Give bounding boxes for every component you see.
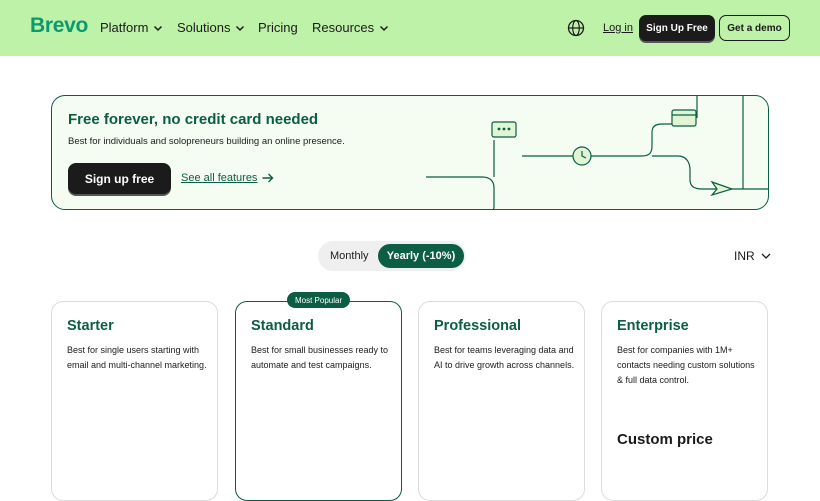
- plan-price: Custom price: [617, 431, 713, 448]
- plan-card-standard[interactable]: Most Popular Standard Best for small bus…: [235, 292, 402, 501]
- currency-selector[interactable]: INR: [734, 249, 771, 263]
- chevron-down-icon: [761, 253, 771, 259]
- plan-card-starter[interactable]: Starter Best for single users starting w…: [51, 301, 218, 501]
- plan-name: Enterprise: [617, 318, 689, 334]
- plan-description: Best for teams leveraging data and AI to…: [434, 345, 575, 370]
- monthly-option[interactable]: Monthly: [330, 250, 369, 262]
- promo-title: Free forever, no credit card needed: [68, 111, 319, 128]
- menu-platform-label: Platform: [100, 20, 149, 35]
- menu-solutions[interactable]: Solutions: [177, 20, 245, 35]
- menu-resources-label: Resources: [312, 20, 375, 35]
- plan-name: Professional: [434, 318, 522, 334]
- clock-icon: [572, 146, 592, 166]
- plan-description: Best for single users starting with emai…: [67, 345, 207, 370]
- promo-subtitle: Best for individuals and solopreneurs bu…: [68, 136, 345, 147]
- sign-up-free-button[interactable]: Sign up free: [68, 163, 171, 194]
- login-link[interactable]: Log in: [603, 22, 633, 34]
- plan-card-professional[interactable]: Professional Best for teams leveraging d…: [418, 301, 585, 501]
- chevron-down-icon: [236, 25, 245, 31]
- most-popular-badge: Most Popular: [287, 292, 351, 308]
- see-all-features-label: See all features: [181, 172, 258, 184]
- get-demo-button[interactable]: Get a demo: [719, 15, 790, 41]
- billing-period-toggle: Monthly Yearly (-10%): [318, 241, 466, 271]
- arrow-right-icon: [262, 173, 274, 183]
- plan-description: Best for small businesses ready to autom…: [251, 345, 389, 370]
- signup-button[interactable]: Sign Up Free: [639, 15, 715, 41]
- currency-label: INR: [734, 249, 755, 263]
- chevron-down-icon: [380, 25, 389, 31]
- brevo-logo[interactable]: Brevo: [30, 14, 88, 38]
- plan-name: Standard: [251, 318, 314, 334]
- plan-name: Starter: [67, 318, 114, 334]
- menu-pricing-label: Pricing: [258, 20, 298, 35]
- menu-pricing[interactable]: Pricing: [258, 20, 298, 35]
- globe-icon[interactable]: [567, 19, 585, 37]
- menu-solutions-label: Solutions: [177, 20, 231, 35]
- free-plan-banner: Free forever, no credit card needed Best…: [51, 95, 769, 210]
- see-all-features-link[interactable]: See all features: [181, 172, 274, 184]
- menu-platform[interactable]: Platform: [100, 20, 163, 35]
- top-navigation: Brevo Platform Solutions Pricing Resourc…: [0, 0, 820, 56]
- window-icon: [671, 109, 697, 127]
- plan-description: Best for companies with 1M+ contacts nee…: [617, 345, 755, 385]
- chevron-down-icon: [154, 25, 163, 31]
- chat-icon: [491, 121, 517, 138]
- yearly-option[interactable]: Yearly (-10%): [378, 244, 464, 268]
- menu-resources[interactable]: Resources: [312, 20, 389, 35]
- plan-card-enterprise[interactable]: Enterprise Best for companies with 1M+ c…: [601, 301, 768, 501]
